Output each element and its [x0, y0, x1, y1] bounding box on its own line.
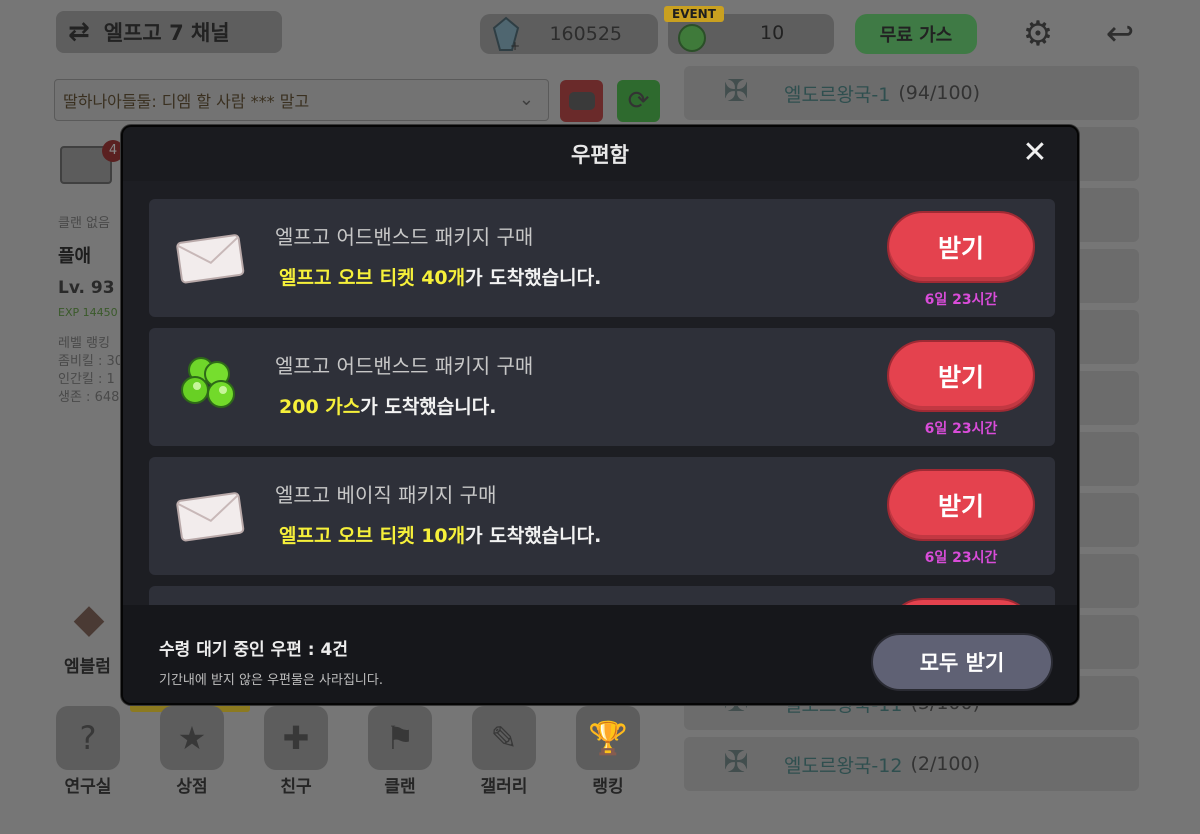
- mailbox-title: 우편함: [571, 143, 629, 167]
- friends-icon: ✚: [264, 706, 328, 770]
- mail-list[interactable]: 엘프고 어드밴스드 패키지 구매 엘프고 오브 티켓 40개가 도착했습니다. …: [123, 181, 1077, 605]
- svg-text:+: +: [510, 39, 520, 52]
- mailbox-header: 우편함 ✕: [123, 127, 1077, 181]
- channel-switch-button[interactable]: ⇄ 엘프고 7 채널: [56, 11, 282, 53]
- youtube-button[interactable]: [560, 80, 603, 122]
- mail-title: 엘프고 어드밴스드 패키지 구매: [275, 354, 534, 378]
- emblem-label: 엠블럼: [64, 657, 111, 677]
- receive-button[interactable]: [887, 598, 1035, 605]
- mail-reward: 엘프고 오브 티켓 40개: [279, 267, 466, 289]
- mail-expiry-time: 6일 23시간: [924, 550, 998, 566]
- server-row[interactable]: ✠ 엘도르왕국-12 (2/100): [684, 737, 1139, 791]
- mail-reward: 엘프고 오브 티켓 10개: [279, 525, 466, 547]
- menu-lab[interactable]: ? 연구실: [52, 706, 124, 797]
- mail-item: 엘프고 어드밴스드 패키지 구매 200 가스가 도착했습니다. 받기 6일 2…: [149, 328, 1055, 446]
- mail-item: [149, 586, 1055, 605]
- close-icon[interactable]: ✕: [1019, 137, 1051, 169]
- receive-button[interactable]: 받기: [887, 340, 1035, 412]
- kingdom-crest-icon: ✠: [723, 74, 749, 109]
- stat-human-kills: 인간킬 : 1: [58, 372, 115, 387]
- gem-currency[interactable]: + 160525: [480, 14, 658, 54]
- envelope-icon: [176, 492, 245, 542]
- clan-flag-icon: ⚑: [368, 706, 432, 770]
- trophy-icon: 🏆: [576, 706, 640, 770]
- gem-count: 160525: [549, 23, 622, 45]
- player-level: Lv. 93: [58, 278, 115, 298]
- gallery-icon: ✎: [472, 706, 536, 770]
- pending-mail-count: 수령 대기 중인 우편 : 4건: [159, 640, 348, 660]
- shop-icon: ★: [160, 706, 224, 770]
- receive-button[interactable]: 받기: [887, 469, 1035, 541]
- gas-currency[interactable]: EVENT 10: [664, 6, 834, 54]
- mailbox-footer: 수령 대기 중인 우편 : 4건 기간내에 받지 않은 우편물은 사라집니다. …: [123, 605, 1077, 703]
- mail-body: 엘프고 오브 티켓 40개가 도착했습니다.: [279, 263, 601, 290]
- bottom-menu: ? 연구실 ★ 상점 ✚ 친구 ⚑ 클랜 ✎ 갤러리 🏆 랭킹: [52, 706, 644, 797]
- player-name: 플애: [58, 246, 92, 267]
- emblem-icon[interactable]: ◆: [58, 596, 120, 652]
- mail-body: 200 가스가 도착했습니다.: [279, 392, 496, 419]
- stat-zombie-kills: 좀비킬 : 30: [58, 354, 124, 369]
- receive-all-button[interactable]: 모두 받기: [871, 633, 1053, 691]
- menu-ranking[interactable]: 🏆 랭킹: [572, 706, 644, 797]
- gas-orbs-icon: [181, 357, 235, 408]
- mail-suffix: 가 도착했습니다.: [465, 525, 602, 547]
- back-arrow-icon[interactable]: ↩: [1098, 14, 1142, 54]
- kingdom-crest-icon: ✠: [723, 745, 749, 780]
- gas-icon: [678, 24, 706, 52]
- mail-suffix: 가 도착했습니다.: [360, 396, 497, 418]
- gem-icon: +: [492, 16, 520, 52]
- stat-survival: 생존 : 648: [58, 390, 120, 405]
- stat-level-ranking: 레벨 랭킹: [58, 336, 110, 351]
- mail-reward: 200 가스: [279, 396, 361, 418]
- youtube-icon: [568, 92, 595, 110]
- swap-arrows-icon: ⇄: [68, 17, 90, 47]
- lab-icon: ?: [56, 706, 120, 770]
- mail-body: 엘프고 오브 티켓 10개가 도착했습니다.: [279, 521, 601, 548]
- chevron-down-icon[interactable]: ⌄: [519, 89, 534, 110]
- channel-label: 엘프고 7 채널: [103, 21, 230, 45]
- event-tag: EVENT: [664, 6, 724, 22]
- free-gas-button[interactable]: 무료 가스: [855, 14, 977, 54]
- refresh-button[interactable]: ⟳: [617, 80, 660, 122]
- server-row[interactable]: ✠ 엘도르왕국-1 (94/100): [684, 66, 1139, 120]
- mailbox-modal: 우편함 ✕ 엘프고 어드밴스드 패키지 구매 엘프고 오브 티켓 40개가 도착…: [121, 125, 1079, 705]
- clan-status: 클랜 없음: [58, 216, 110, 231]
- mail-title: 엘프고 어드밴스드 패키지 구매: [275, 225, 534, 249]
- menu-clan[interactable]: ⚑ 클랜: [364, 706, 436, 797]
- menu-gallery[interactable]: ✎ 갤러리: [468, 706, 540, 797]
- envelope-icon: [176, 234, 245, 284]
- gas-count: 10: [760, 22, 785, 44]
- mail-item: 엘프고 어드밴스드 패키지 구매 엘프고 오브 티켓 40개가 도착했습니다. …: [149, 199, 1055, 317]
- gear-icon[interactable]: ⚙: [1018, 14, 1058, 54]
- mail-expiry-time: 6일 23시간: [924, 292, 998, 308]
- receive-button[interactable]: 받기: [887, 211, 1035, 283]
- expiry-notice: 기간내에 받지 않은 우편물은 사라집니다.: [159, 673, 383, 688]
- player-exp: EXP 14450: [58, 306, 118, 319]
- chat-bar[interactable]: 딸하나아들둘: 디엠 할 사람 *** 말고 ⌄: [54, 79, 549, 121]
- refresh-icon: ⟳: [627, 86, 650, 116]
- mail-title: 엘프고 베이직 패키지 구매: [275, 483, 497, 507]
- chat-message: 딸하나아들둘: 디엠 할 사람 *** 말고: [63, 92, 310, 111]
- mail-item: 엘프고 베이직 패키지 구매 엘프고 오브 티켓 10개가 도착했습니다. 받기…: [149, 457, 1055, 575]
- mail-suffix: 가 도착했습니다.: [465, 267, 602, 289]
- menu-friends[interactable]: ✚ 친구: [260, 706, 332, 797]
- menu-shop[interactable]: ★ 상점: [156, 706, 228, 797]
- mail-expiry-time: 6일 23시간: [924, 421, 998, 437]
